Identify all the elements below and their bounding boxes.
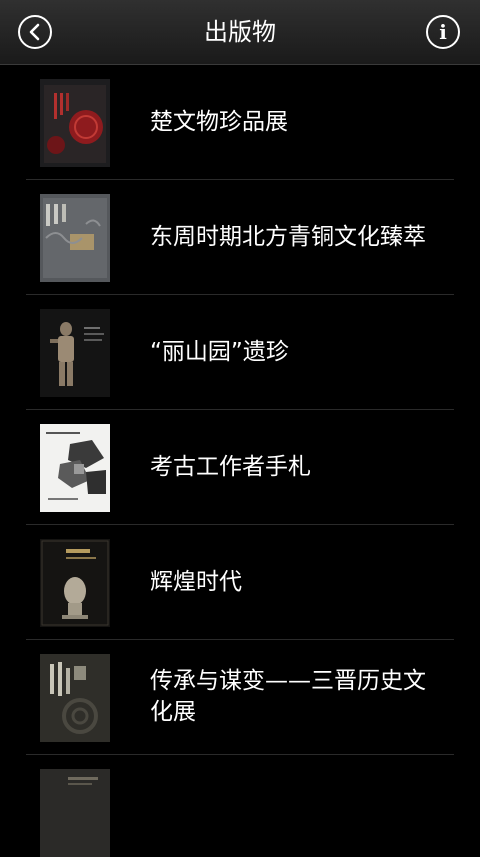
book-cover-thumbnail xyxy=(40,194,110,282)
book-cover-thumbnail xyxy=(40,424,110,512)
list-item[interactable]: 辉煌时代 xyxy=(26,525,454,640)
publication-title: 楚文物珍品展 xyxy=(150,108,288,135)
info-button[interactable]: i xyxy=(426,15,460,49)
book-cover-thumbnail xyxy=(40,769,110,857)
list-item[interactable]: 传承与谋变——三晋历史文化展 xyxy=(26,640,454,755)
app-header: 出版物 i xyxy=(0,0,480,65)
book-cover-thumbnail xyxy=(40,539,110,627)
list-item[interactable]: “丽山园”遗珍 xyxy=(26,295,454,410)
publication-title: “丽山园”遗珍 xyxy=(150,338,289,365)
publication-title: 东周时期北方青铜文化臻萃 xyxy=(150,223,426,250)
book-cover-thumbnail xyxy=(40,654,110,742)
book-cover-thumbnail xyxy=(40,79,110,167)
list-item[interactable]: 东周时期北方青铜文化臻萃 xyxy=(26,180,454,295)
publication-title: 传承与谋变——三晋历史文化展 xyxy=(150,668,426,725)
list-item[interactable]: 楚文物珍品展 xyxy=(26,65,454,180)
publication-title: 辉煌时代 xyxy=(150,568,242,595)
page-title: 出版物 xyxy=(204,18,276,46)
publication-title: 考古工作者手札 xyxy=(150,453,311,480)
list-item[interactable]: 考古工作者手札 xyxy=(26,410,454,525)
publication-list: 楚文物珍品展 东周时期北方青铜文化臻萃 “丽山园”遗珍 考古工作者手札 辉煌时代… xyxy=(0,65,480,857)
list-item[interactable] xyxy=(26,755,454,857)
info-icon: i xyxy=(439,20,447,44)
book-cover-thumbnail xyxy=(40,309,110,397)
